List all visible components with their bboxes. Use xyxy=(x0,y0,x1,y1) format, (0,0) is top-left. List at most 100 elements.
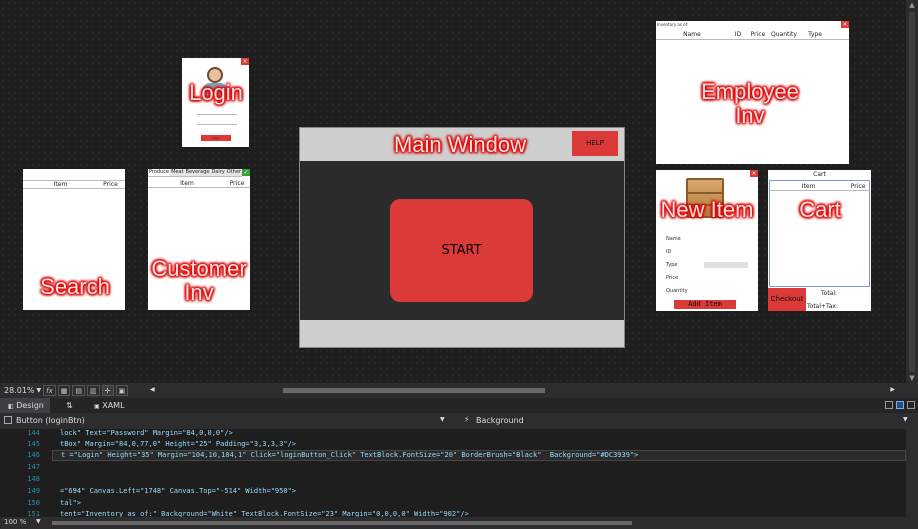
xaml-icon: ▣ xyxy=(94,403,100,410)
property-dropdown-icon[interactable]: ▼ xyxy=(903,416,908,423)
scroll-thumb[interactable] xyxy=(52,521,632,525)
tab-xaml[interactable]: ▣ XAML xyxy=(94,398,125,413)
horizontal-scrollbar[interactable]: ◀ ▶ xyxy=(150,386,895,395)
total-tax-label: Total+Tax: xyxy=(807,303,838,310)
login-button[interactable]: Login xyxy=(201,135,231,141)
inventory-title: Inventory as of: xyxy=(657,22,689,27)
zoom-level[interactable]: 28.01% xyxy=(4,386,35,395)
design-canvas[interactable]: × Login Login Item Price Search Produce … xyxy=(0,0,906,383)
main-window-preview[interactable]: HELP START xyxy=(299,127,625,348)
help-button[interactable]: HELP xyxy=(572,131,618,156)
field-label-id: ID xyxy=(666,249,672,255)
column-header-type: Type xyxy=(808,31,822,38)
login-window-preview[interactable]: × Login xyxy=(182,58,249,147)
snap-lines-icon[interactable]: ✛ xyxy=(101,385,114,396)
scroll-right-icon[interactable]: ▶ xyxy=(890,386,895,393)
employee-inv-window-preview[interactable]: Inventory as of: × Name ID Price Quantit… xyxy=(656,21,849,164)
editor-zoom-level[interactable]: 100 % xyxy=(4,518,26,526)
password-field[interactable] xyxy=(197,120,237,125)
search-window-preview[interactable]: Item Price xyxy=(23,169,125,310)
column-header-item: Item xyxy=(180,180,194,187)
tab-meat[interactable]: Meat xyxy=(170,169,185,176)
column-header-id: ID xyxy=(734,31,742,38)
split-vertical-icon[interactable] xyxy=(885,401,893,409)
line-number: 149 xyxy=(27,487,40,495)
scroll-thumb[interactable] xyxy=(283,388,545,393)
line-number: 147 xyxy=(27,463,40,471)
search-table-header: Item Price xyxy=(23,180,125,189)
layout-grid-icon[interactable]: ▤ xyxy=(72,385,85,396)
line-number: 144 xyxy=(27,429,40,437)
category-tabs: Produce Meat Beverage Dairy Other xyxy=(148,169,242,177)
close-icon: × xyxy=(241,58,249,65)
breadcrumb-property[interactable]: Background xyxy=(476,416,524,425)
scroll-left-icon[interactable]: ◀ xyxy=(150,386,155,393)
field-label-price: Price xyxy=(666,275,679,281)
crate-image xyxy=(686,178,724,218)
xaml-editor[interactable]: 144 lock" Text="Password" Margin="84,0,0… xyxy=(0,429,918,518)
close-icon: × xyxy=(841,21,849,28)
column-header-item: Item xyxy=(801,183,816,190)
breadcrumb-element[interactable]: Button (loginBtn) xyxy=(16,416,85,425)
code-line[interactable]: lock" Text="Password" Margin="84,0,0,0"/… xyxy=(60,429,233,437)
design-icon: ◧ xyxy=(8,403,14,410)
view-tabs: ◧ Design ⇅ ▣ XAML xyxy=(0,398,918,413)
main-window-header: HELP xyxy=(300,128,624,161)
fx-button[interactable]: fx xyxy=(43,385,56,396)
line-number: 146 xyxy=(27,451,40,459)
line-number: 150 xyxy=(27,499,40,507)
split-horizontal-icon[interactable] xyxy=(896,401,904,409)
property-icon: ⚡ xyxy=(464,415,470,424)
breadcrumb-dropdown-icon[interactable]: ▼ xyxy=(440,416,445,423)
column-header-quantity: Quantity xyxy=(771,31,797,38)
field-label-quantity: Quantity xyxy=(666,288,688,294)
editor-vertical-scrollbar[interactable] xyxy=(906,429,918,517)
column-header-price: Price xyxy=(750,31,766,38)
customer-inv-window-preview[interactable]: Produce Meat Beverage Dairy Other ✓ Item… xyxy=(148,169,250,310)
checkout-button[interactable]: Checkout xyxy=(768,288,806,311)
code-line[interactable]: tal"> xyxy=(60,499,81,507)
user-avatar-image xyxy=(200,65,230,97)
add-item-button[interactable]: Add Item xyxy=(674,300,736,309)
field-label-name: Name xyxy=(666,236,681,242)
column-header-price: Price xyxy=(850,183,866,190)
tab-beverage[interactable]: Beverage xyxy=(184,169,211,176)
tab-produce[interactable]: Produce xyxy=(148,169,170,176)
swap-panes-button[interactable]: ⇅ xyxy=(66,398,73,413)
close-icon: × xyxy=(750,170,758,177)
column-header-price: Price xyxy=(103,181,118,188)
employee-table-header: Name ID Price Quantity Type xyxy=(656,31,849,40)
cart-table-header: Item Price xyxy=(770,183,869,191)
collapse-pane-icon[interactable] xyxy=(907,401,915,409)
new-item-window-preview[interactable]: × Name ID Type Price Quantity Add Item xyxy=(656,170,758,311)
code-line[interactable]: ="694" Canvas.Left="1748" Canvas.Top="-5… xyxy=(60,487,296,495)
type-dropdown[interactable] xyxy=(704,262,748,268)
tab-dairy[interactable]: Dairy xyxy=(210,169,226,176)
code-line[interactable]: tBox" Margin="84,0,77,0" Height="25" Pad… xyxy=(60,440,296,448)
editor-zoom-dropdown-icon[interactable]: ▼ xyxy=(36,518,41,525)
close-icon: ✓ xyxy=(242,169,250,176)
designer-status-bar: 28.01% ▼ fx ▦ ▤ ▥ ✛ ▣ ◀ ▶ xyxy=(0,383,918,398)
breadcrumb: Button (loginBtn) ▼ ⚡ Background ▼ xyxy=(0,413,918,429)
scroll-down-icon[interactable]: ▼ xyxy=(908,374,916,382)
tab-design[interactable]: ◧ Design xyxy=(0,398,50,413)
scroll-up-icon[interactable]: ▲ xyxy=(908,1,916,9)
toggle-effects-icon[interactable]: ▣ xyxy=(115,385,129,396)
cart-list[interactable]: Item Price xyxy=(769,180,870,287)
column-header-price: Price xyxy=(229,180,245,187)
tab-other[interactable]: Other xyxy=(225,169,242,176)
editor-horizontal-scrollbar[interactable] xyxy=(48,520,898,526)
snap-grid-icon[interactable]: ▥ xyxy=(87,385,100,396)
start-button[interactable]: START xyxy=(390,199,533,302)
customer-table-header: Item Price xyxy=(148,180,250,188)
zoom-dropdown-icon[interactable]: ▼ xyxy=(37,387,42,394)
editor-bottom-bar: 100 % ▼ xyxy=(0,517,918,529)
total-label: Total: xyxy=(821,290,838,297)
line-number: 148 xyxy=(27,475,40,483)
code-line-current[interactable]: t ="Login" Height="35" Margin="104,10,10… xyxy=(52,450,906,461)
vertical-scrollbar[interactable]: ▲ ▼ xyxy=(906,0,918,383)
scroll-thumb[interactable] xyxy=(909,12,915,372)
cart-window-preview[interactable]: Cart Item Price Checkout Total: Total+Ta… xyxy=(768,170,871,311)
grid-icon[interactable]: ▦ xyxy=(57,385,71,396)
username-field[interactable] xyxy=(197,110,237,115)
